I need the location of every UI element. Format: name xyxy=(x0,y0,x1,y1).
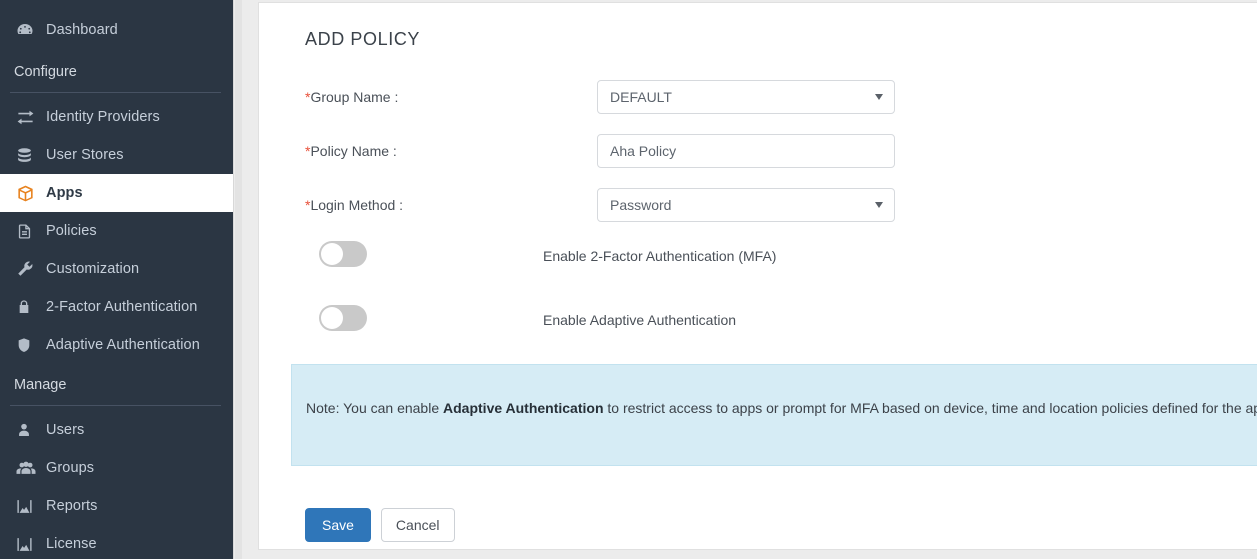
form-row-policy-name: *Policy Name : xyxy=(305,134,905,168)
sidebar-item-label: Identity Providers xyxy=(46,109,160,125)
sidebar-item-label: Adaptive Authentication xyxy=(46,337,200,353)
info-note-box: Note: You can enable Adaptive Authentica… xyxy=(291,364,1257,466)
shield-icon xyxy=(16,337,46,353)
sidebar-section-configure: Configure xyxy=(0,57,233,87)
sidebar-divider-configure xyxy=(10,92,221,93)
note-middle: to restrict access to apps or prompt for… xyxy=(604,400,1257,416)
cancel-button[interactable]: Cancel xyxy=(381,508,455,542)
sidebar-item-user-stores[interactable]: User Stores xyxy=(0,136,233,174)
sidebar-item-customization[interactable]: Customization xyxy=(0,250,233,288)
toggle-knob xyxy=(321,243,343,265)
label-text: Policy Name : xyxy=(310,143,396,159)
sidebar-scrollbar[interactable] xyxy=(233,0,258,559)
form-row-group-name: *Group Name : DEFAULT xyxy=(305,80,905,114)
sidebar: Dashboard Configure Identity Providers U… xyxy=(0,0,233,559)
toggle-adaptive-switch[interactable] xyxy=(319,305,367,331)
document-icon xyxy=(16,223,46,240)
lock-icon xyxy=(16,299,46,315)
sidebar-section-label: Configure xyxy=(14,64,77,80)
login-method-label: *Login Method : xyxy=(305,197,403,213)
sidebar-item-reports[interactable]: Reports xyxy=(0,487,233,525)
sidebar-item-label: Customization xyxy=(46,261,139,277)
sidebar-item-adaptive-authentication[interactable]: Adaptive Authentication xyxy=(0,326,233,364)
sidebar-item-apps[interactable]: Apps xyxy=(0,174,233,212)
sidebar-item-label: Dashboard xyxy=(46,22,118,38)
wrench-icon xyxy=(16,260,46,278)
sidebar-section-label: Manage xyxy=(14,377,66,393)
users-icon xyxy=(16,458,46,478)
dashboard-icon xyxy=(16,21,46,39)
chart-icon xyxy=(16,498,46,515)
form-actions: Save Cancel xyxy=(305,508,455,542)
database-icon xyxy=(16,147,46,164)
box-icon xyxy=(16,184,46,203)
label-text: Group Name : xyxy=(310,89,398,105)
toggle-row-adaptive: Enable Adaptive Authentication xyxy=(305,305,1065,335)
label-text: Login Method : xyxy=(310,197,403,213)
sidebar-item-label: Groups xyxy=(46,460,94,476)
group-name-value: DEFAULT xyxy=(610,89,672,105)
save-button[interactable]: Save xyxy=(305,508,371,542)
sidebar-item-label: Users xyxy=(46,422,84,438)
form-row-login-method: *Login Method : Password xyxy=(305,188,905,222)
sidebar-item-label: 2-Factor Authentication xyxy=(46,299,197,315)
chevron-down-icon xyxy=(875,202,883,208)
login-method-value: Password xyxy=(610,197,671,213)
page-title: ADD POLICY xyxy=(305,29,420,50)
sidebar-item-users[interactable]: Users xyxy=(0,411,233,449)
chart-icon xyxy=(16,536,46,553)
sidebar-item-label: Apps xyxy=(46,185,83,201)
sidebar-item-label: Reports xyxy=(46,498,97,514)
policy-name-label: *Policy Name : xyxy=(305,143,397,159)
sidebar-item-identity-providers[interactable]: Identity Providers xyxy=(0,98,233,136)
toggle-2fa-label: Enable 2-Factor Authentication (MFA) xyxy=(543,248,776,264)
sidebar-section-manage: Manage xyxy=(0,370,233,400)
sidebar-item-2fa[interactable]: 2-Factor Authentication xyxy=(0,288,233,326)
sidebar-item-label: Policies xyxy=(46,223,97,239)
info-note-text: Note: You can enable Adaptive Authentica… xyxy=(292,365,1257,426)
toggle-knob xyxy=(321,307,343,329)
user-icon xyxy=(16,422,46,438)
note-bold: Adaptive Authentication xyxy=(443,400,604,416)
sidebar-item-dashboard[interactable]: Dashboard xyxy=(0,11,233,49)
content-panel: ADD POLICY *Group Name : DEFAULT *Policy… xyxy=(258,2,1257,550)
app-root: Dashboard Configure Identity Providers U… xyxy=(0,0,1257,559)
group-name-select[interactable]: DEFAULT xyxy=(597,80,895,114)
sidebar-item-license[interactable]: License xyxy=(0,525,233,559)
note-prefix: Note: You can enable xyxy=(306,400,443,416)
toggle-2fa-switch[interactable] xyxy=(319,241,367,267)
sidebar-item-policies[interactable]: Policies xyxy=(0,212,233,250)
group-name-label: *Group Name : xyxy=(305,89,398,105)
login-method-select[interactable]: Password xyxy=(597,188,895,222)
sidebar-item-groups[interactable]: Groups xyxy=(0,449,233,487)
sidebar-divider-manage xyxy=(10,405,221,406)
exchange-icon xyxy=(16,108,46,127)
sidebar-item-label: License xyxy=(46,536,97,552)
chevron-down-icon xyxy=(875,94,883,100)
toggle-adaptive-label: Enable Adaptive Authentication xyxy=(543,312,736,328)
policy-name-input[interactable] xyxy=(597,134,895,168)
toggle-row-mfa: Enable 2-Factor Authentication (MFA) xyxy=(305,241,1065,271)
sidebar-item-label: User Stores xyxy=(46,147,124,163)
